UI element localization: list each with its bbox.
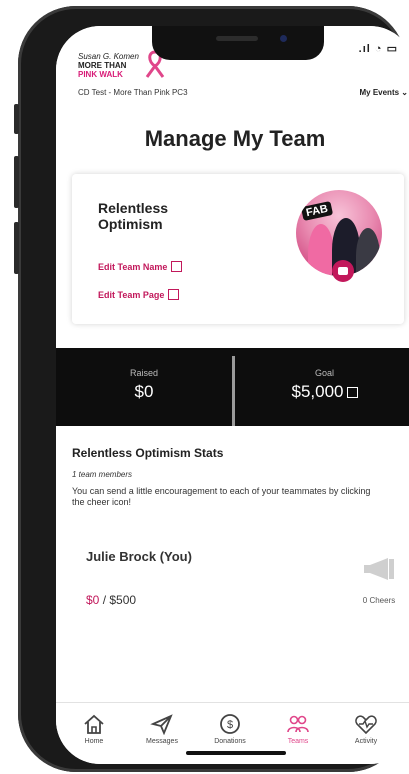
edit-icon [168,289,180,300]
team-name: Relentless Optimism [98,200,169,232]
dollar-icon: $ [220,714,240,734]
team-card: Relentless Optimism Edit Team Name Edit … [72,174,404,324]
event-name: CD Test - More Than Pink PC3 [78,88,188,97]
stats-title: Relentless Optimism Stats [72,446,224,460]
edit-goal-icon[interactable] [346,387,358,399]
app-screen: Susan G. Komen MORE THAN PINK WALK .ıl ◔… [56,26,409,764]
tab-donations[interactable]: $ Donations [200,713,260,745]
status-icons: .ıl ◔ ▭ [359,42,398,55]
edit-team-page-link[interactable]: Edit Team Page [98,289,180,301]
cheers-count: 0 Cheers [362,596,396,605]
person-figure [356,228,380,276]
brand-logo: Susan G. Komen MORE THAN PINK WALK [78,52,139,79]
fundraising-stats: Raised $0 Goal $5,000 [56,348,409,426]
cheer-description: You can send a little encouragement to e… [72,486,371,507]
svg-text:$: $ [227,719,233,731]
chevron-down-icon: ⌄ [401,88,408,97]
member-progress: $0 / $500 [86,593,137,607]
speaker-grill [216,36,258,41]
volume-down-button [14,222,19,274]
phone-frame: Susan G. Komen MORE THAN PINK WALK .ıl ◔… [14,6,409,772]
team-icon [287,715,309,733]
goal-stat[interactable]: Goal $5,000 [235,348,409,426]
tab-teams[interactable]: Teams [268,713,328,745]
my-events-button[interactable]: My Events ⌄ [359,88,408,97]
mute-switch [14,104,19,134]
battery-icon: ▭ [386,43,398,55]
tab-bar: Home Messages $ Donations Teams Activity [56,702,409,764]
send-icon [150,714,173,735]
page-title: Manage My Team [144,126,326,151]
notch [152,26,324,60]
raised-stat: Raised $0 [129,368,158,401]
home-icon [84,714,104,734]
tab-home[interactable]: Home [64,713,124,745]
member-count: 1 team members [72,470,133,479]
tab-activity[interactable]: Activity [336,713,396,745]
heart-pulse-icon [355,715,377,735]
team-stats-section: Relentless Optimism Stats 1 team members… [56,426,409,722]
wifi-icon: ◔ [374,43,383,55]
edit-team-name-link[interactable]: Edit Team Name [98,261,183,273]
fab-sign: FAB [300,201,334,221]
member-name: Julie Brock (You) [86,549,192,564]
person-figure [308,224,334,276]
home-indicator[interactable] [186,751,286,755]
front-camera [280,35,287,42]
volume-up-button [14,156,19,208]
camera-icon[interactable] [332,260,354,282]
edit-icon [171,261,183,272]
megaphone-icon[interactable] [362,556,396,582]
tab-messages[interactable]: Messages [132,713,192,745]
signal-icon: .ıl [358,43,371,55]
